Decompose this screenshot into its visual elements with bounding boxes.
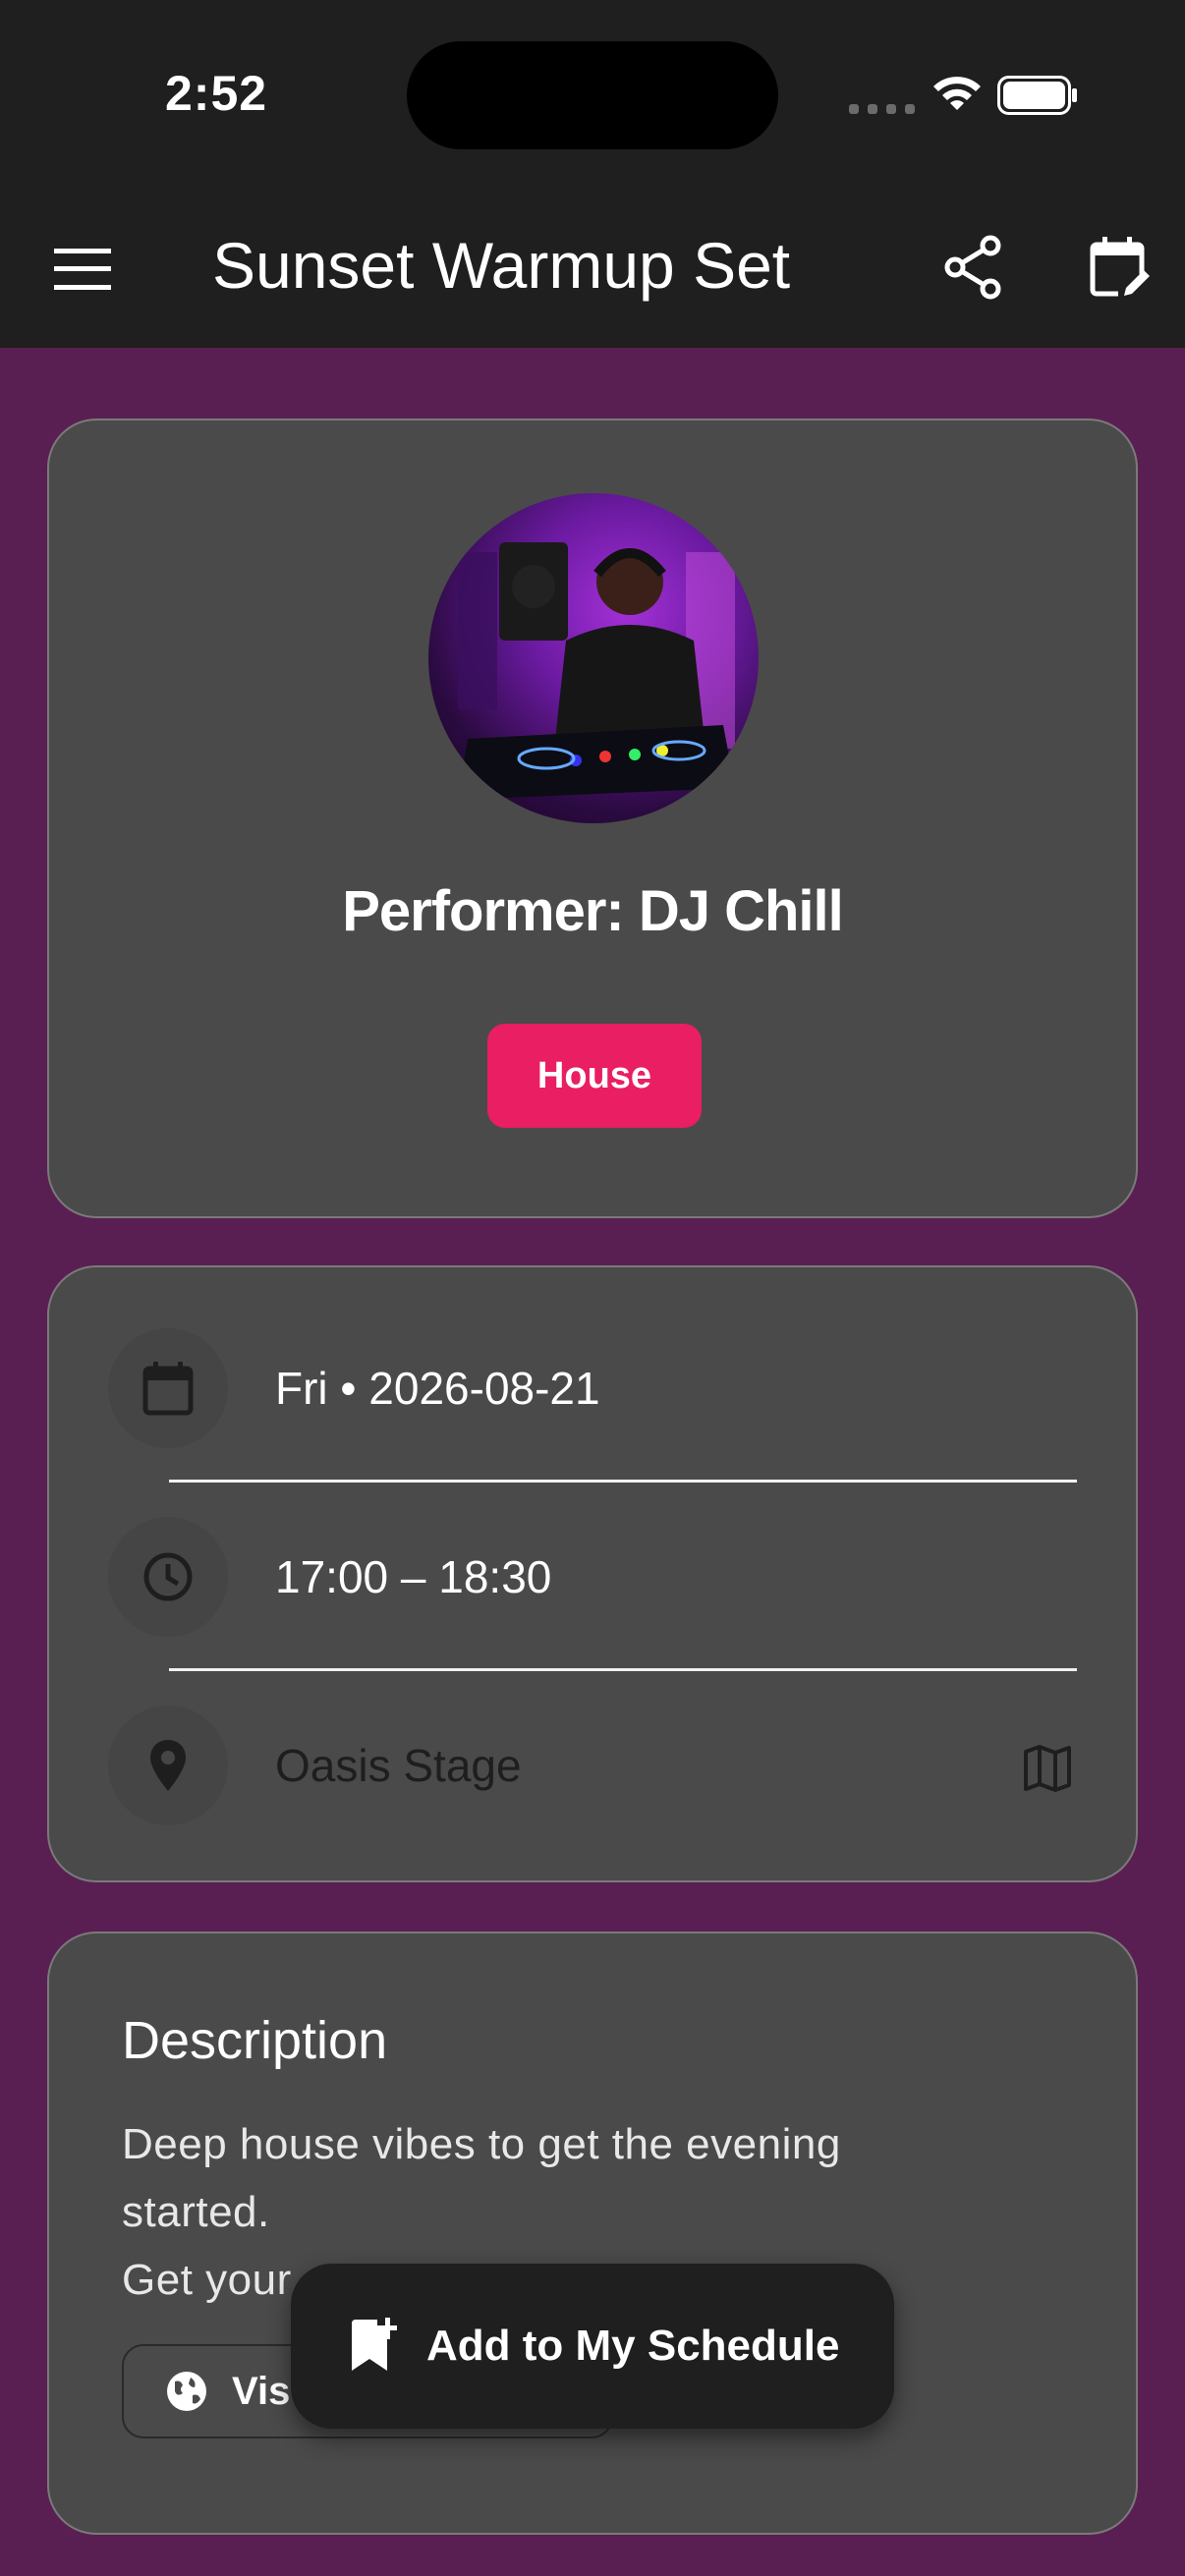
bookmark-add-icon bbox=[352, 2318, 397, 2371]
event-time: 17:00 – 18:30 bbox=[275, 1551, 552, 1602]
menu-button[interactable] bbox=[33, 220, 132, 318]
add-to-schedule-button[interactable]: Add to My Schedule bbox=[291, 2264, 894, 2429]
description-card: Description Deep house vibes to get the … bbox=[47, 1932, 1138, 2535]
edit-calendar-icon bbox=[1090, 237, 1154, 300]
dynamic-island bbox=[407, 41, 778, 149]
divider bbox=[169, 1668, 1077, 1671]
event-date: Fri • 2026-08-21 bbox=[275, 1363, 600, 1414]
location-row[interactable]: Oasis Stage bbox=[49, 1702, 1136, 1829]
divider bbox=[169, 1480, 1077, 1483]
edit-calendar-button[interactable] bbox=[1067, 218, 1175, 316]
location-pin-icon bbox=[150, 1740, 186, 1791]
open-map-button[interactable] bbox=[1008, 1729, 1087, 1808]
visit-button-label: Vis bbox=[232, 2369, 291, 2413]
page-title: Sunset Warmup Set bbox=[212, 229, 791, 302]
calendar-icon bbox=[142, 1362, 194, 1416]
status-time: 2:52 bbox=[165, 66, 268, 121]
share-icon bbox=[944, 235, 1001, 300]
clock-icon bbox=[143, 1552, 193, 1601]
genre-chip[interactable]: House bbox=[487, 1024, 702, 1128]
dj-performer-photo bbox=[458, 542, 735, 800]
time-row: 17:00 – 18:30 bbox=[49, 1513, 1136, 1641]
location-icon-container bbox=[108, 1706, 228, 1825]
description-title: Description bbox=[122, 2011, 388, 2070]
battery-icon bbox=[997, 76, 1077, 115]
menu-icon bbox=[54, 249, 111, 290]
description-line: started. bbox=[122, 2188, 270, 2236]
clock-icon-container bbox=[108, 1517, 228, 1637]
event-details-card: Fri • 2026-08-21 17:00 – 18:30 Oasis Sta… bbox=[47, 1265, 1138, 1882]
performer-avatar bbox=[428, 493, 759, 823]
description-line: Deep house vibes to get the evening bbox=[122, 2120, 841, 2168]
date-row: Fri • 2026-08-21 bbox=[49, 1324, 1136, 1452]
map-icon bbox=[1024, 1745, 1071, 1792]
app-header: 2:52 Sunset Warmup Set bbox=[0, 0, 1185, 348]
cellular-signal-icon bbox=[849, 104, 915, 114]
performer-name: Performer: DJ Chill bbox=[342, 879, 844, 943]
globe-icon bbox=[167, 2372, 206, 2411]
event-location: Oasis Stage bbox=[275, 1740, 522, 1791]
add-to-schedule-label: Add to My Schedule bbox=[426, 2322, 840, 2370]
wifi-icon bbox=[933, 77, 981, 110]
share-button[interactable] bbox=[924, 218, 1022, 316]
performer-card: Performer: DJ Chill House bbox=[47, 419, 1138, 1218]
calendar-icon-container bbox=[108, 1328, 228, 1448]
